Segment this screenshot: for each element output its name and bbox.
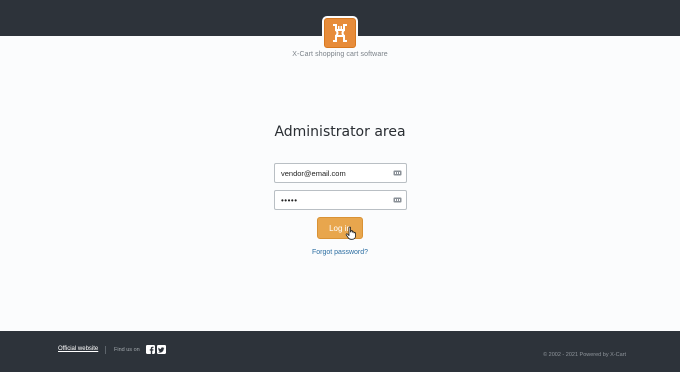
footer: Official website Find us on © 2002 - 202… xyxy=(0,331,680,372)
x-cart-logo-icon[interactable] xyxy=(322,16,358,50)
credential-key-icon[interactable] xyxy=(392,196,402,204)
email-field-value[interactable]: vendor@email.com xyxy=(275,169,392,178)
tagline: X-Cart shopping cart software xyxy=(292,51,388,58)
page-title: Administrator area xyxy=(274,124,406,140)
email-field[interactable]: vendor@email.com xyxy=(274,163,407,183)
password-field[interactable]: ••••• xyxy=(274,190,407,210)
facebook-icon[interactable] xyxy=(146,345,155,354)
password-field-value[interactable]: ••••• xyxy=(275,196,392,205)
twitter-icon[interactable] xyxy=(157,345,166,354)
hand-pointer-icon xyxy=(345,226,356,240)
official-website-link[interactable]: Official website xyxy=(58,346,98,352)
cart-logo-glyph xyxy=(333,24,347,42)
forgot-password-link[interactable]: Forgot password? xyxy=(0,249,680,256)
credential-key-icon[interactable] xyxy=(392,169,402,177)
find-us-label: Find us on xyxy=(114,347,140,353)
copyright-text: © 2002 - 2021 Powered by X-Cart xyxy=(543,352,626,358)
footer-divider xyxy=(105,346,106,354)
